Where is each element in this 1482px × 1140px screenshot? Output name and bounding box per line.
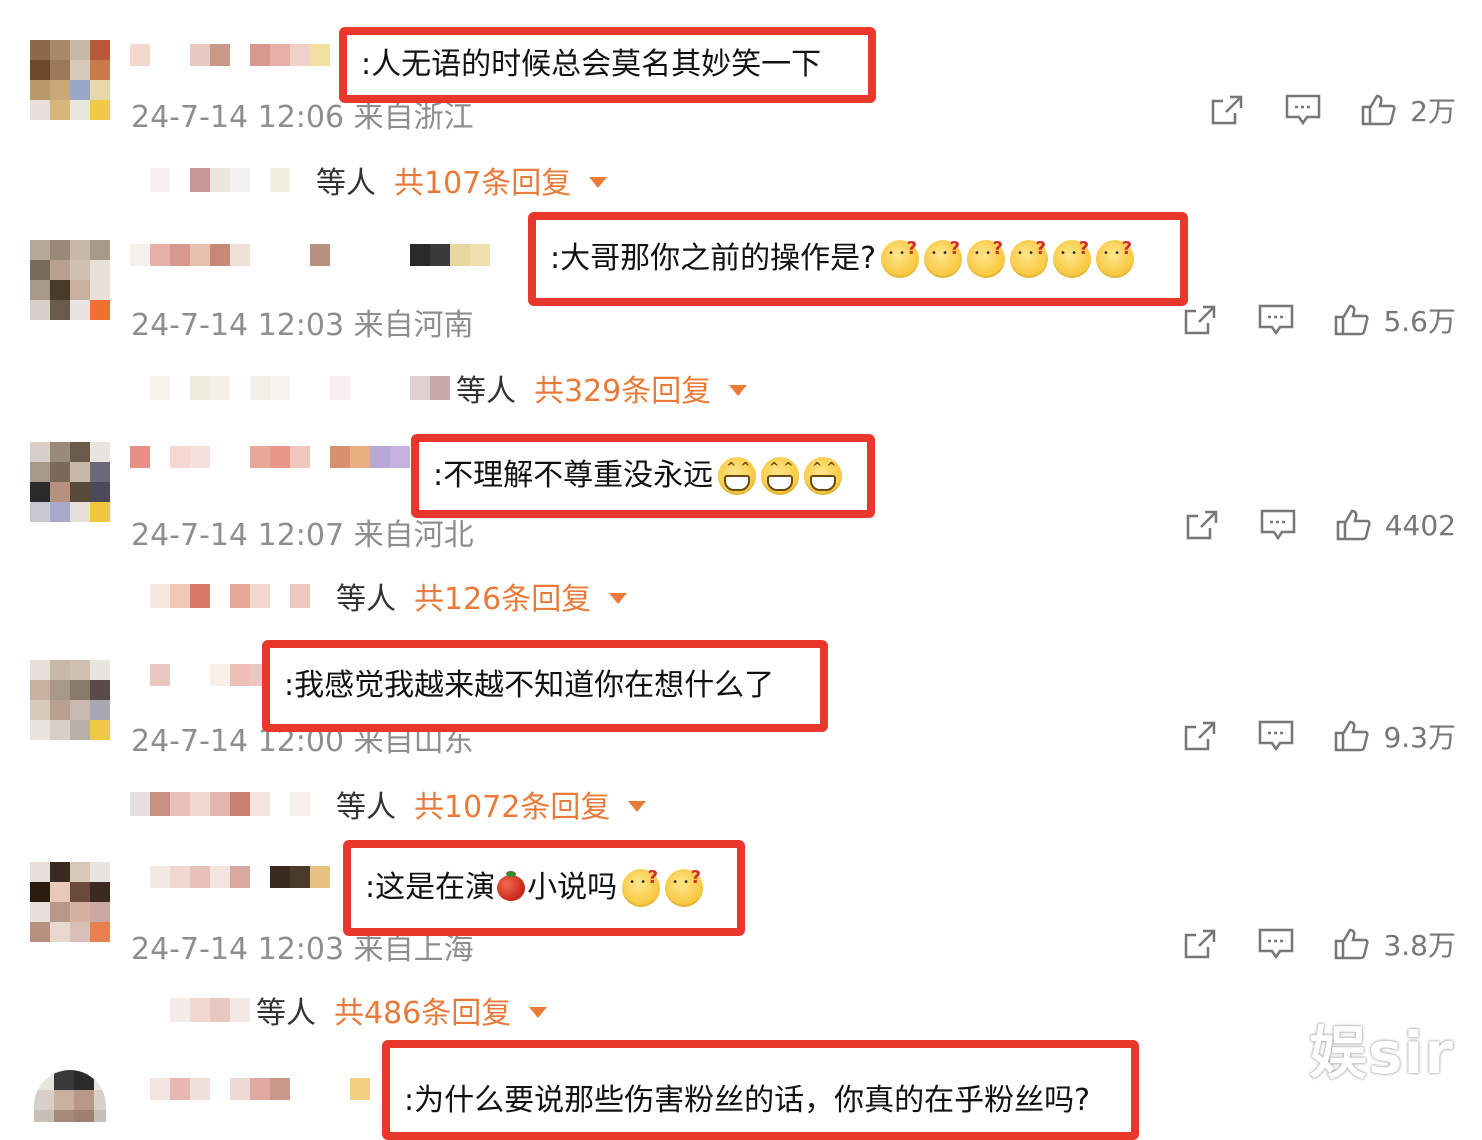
dropdown-caret-icon[interactable] xyxy=(529,1006,548,1018)
reply-users-label: 等人 xyxy=(456,374,516,409)
comment-icon[interactable] xyxy=(1257,927,1295,961)
dropdown-caret-icon[interactable] xyxy=(729,384,748,396)
reply-summary[interactable]: 等人 共126条回复 xyxy=(130,574,628,618)
like-count: 2万 xyxy=(1410,95,1456,128)
dropdown-caret-icon[interactable] xyxy=(609,592,628,604)
comment-text: :人无语的时候总会莫名其妙笑一下 xyxy=(361,47,822,82)
share-icon[interactable] xyxy=(1181,927,1219,961)
avatar[interactable] xyxy=(30,240,110,320)
comment-text-highlight: :大哥那你之前的操作是? xyxy=(528,212,1188,306)
grin-emoji-icon xyxy=(718,457,757,495)
comment-text: :大哥那你之前的操作是? xyxy=(550,241,877,276)
tomato-emoji-icon xyxy=(497,871,526,901)
comment-text: :不理解不尊重没永远 xyxy=(433,458,714,493)
reply-users-label: 等人 xyxy=(336,790,396,825)
reply-count-link[interactable]: 共107条回复 xyxy=(394,158,571,202)
avatar[interactable] xyxy=(30,660,110,740)
reply-count-link[interactable]: 共486条回复 xyxy=(334,988,511,1032)
comment-actions: 4402 xyxy=(1183,508,1456,542)
comment-text-part: :这是在演 xyxy=(365,870,496,905)
share-icon[interactable] xyxy=(1183,508,1221,542)
avatar[interactable] xyxy=(30,442,110,522)
username[interactable] xyxy=(130,862,350,892)
comment-text-highlight: :不理解不尊重没永远 xyxy=(411,434,875,518)
avatar[interactable] xyxy=(34,1070,106,1122)
confused-emoji-icon xyxy=(1096,240,1135,278)
like-icon[interactable] xyxy=(1335,508,1373,542)
comment-actions: 2万 xyxy=(1208,90,1456,130)
confused-emoji-icon xyxy=(881,240,920,278)
reply-count-link[interactable]: 共329条回复 xyxy=(534,366,711,410)
grin-emoji-icon xyxy=(804,457,843,495)
comment-icon[interactable] xyxy=(1284,93,1322,127)
reply-avatars xyxy=(130,376,450,400)
avatar[interactable] xyxy=(30,40,110,120)
dropdown-caret-icon[interactable] xyxy=(628,800,647,812)
reply-summary[interactable]: 等人 共1072条回复 xyxy=(130,782,647,826)
like-count: 5.6万 xyxy=(1383,305,1456,338)
reply-summary[interactable]: 等人 共486条回复 xyxy=(150,988,548,1032)
comment-text-highlight: :为什么要说那些伤害粉丝的话，你真的在乎粉丝吗? xyxy=(382,1040,1139,1140)
reply-count-link[interactable]: 共126条回复 xyxy=(414,574,591,618)
username[interactable] xyxy=(130,1074,370,1104)
grin-emoji-icon xyxy=(761,457,800,495)
confused-emoji-icon xyxy=(1010,240,1049,278)
like-icon[interactable] xyxy=(1333,927,1371,961)
reply-users-label: 等人 xyxy=(336,582,396,617)
like-count: 4402 xyxy=(1384,508,1456,542)
username[interactable] xyxy=(130,442,410,472)
comment-actions: 9.3万 xyxy=(1181,716,1456,756)
reply-avatars xyxy=(150,998,250,1022)
confused-emoji-icon xyxy=(924,240,963,278)
username[interactable] xyxy=(130,40,330,70)
comment-meta: 24-7-14 12:03 来自河南 xyxy=(131,308,474,343)
watermark: 娱sir xyxy=(1308,1019,1454,1087)
reply-summary[interactable]: 等人 共329条回复 xyxy=(130,366,748,410)
reply-users-label: 等人 xyxy=(256,996,316,1031)
confused-emoji-icon xyxy=(665,869,704,907)
confused-emoji-icon xyxy=(967,240,1006,278)
comment-icon[interactable] xyxy=(1259,508,1297,542)
comment-text-highlight: :这是在演 小说吗 xyxy=(343,840,745,936)
reply-avatars xyxy=(130,792,330,816)
like-count: 3.8万 xyxy=(1383,929,1456,962)
reply-summary[interactable]: 等人 共107条回复 xyxy=(130,158,608,202)
comment-icon[interactable] xyxy=(1257,303,1295,337)
share-icon[interactable] xyxy=(1181,719,1219,753)
reply-count-link[interactable]: 共1072条回复 xyxy=(414,782,610,826)
comment-icon[interactable] xyxy=(1257,719,1295,753)
reply-users-label: 等人 xyxy=(316,166,376,201)
dropdown-caret-icon[interactable] xyxy=(589,176,608,188)
reply-avatars xyxy=(130,584,330,608)
like-icon[interactable] xyxy=(1333,719,1371,753)
avatar[interactable] xyxy=(30,862,110,942)
reply-avatars xyxy=(130,168,310,192)
share-icon[interactable] xyxy=(1181,303,1219,337)
username[interactable] xyxy=(130,240,530,270)
comment-text-highlight: :人无语的时候总会莫名其妙笑一下 xyxy=(339,27,876,103)
confused-emoji-icon xyxy=(1053,240,1092,278)
like-count: 9.3万 xyxy=(1383,721,1456,754)
comment-text: :为什么要说那些伤害粉丝的话，你真的在乎粉丝吗? xyxy=(404,1083,1091,1118)
comment-actions: 3.8万 xyxy=(1181,924,1456,964)
like-icon[interactable] xyxy=(1360,93,1398,127)
comment-text: :我感觉我越来越不知道你在想什么了 xyxy=(284,668,775,703)
share-icon[interactable] xyxy=(1208,93,1246,127)
confused-emoji-icon xyxy=(622,869,661,907)
comment-text-highlight: :我感觉我越来越不知道你在想什么了 xyxy=(262,640,828,732)
like-icon[interactable] xyxy=(1333,303,1371,337)
comment-text-part: 小说吗 xyxy=(527,870,618,905)
comment-actions: 5.6万 xyxy=(1181,300,1456,340)
